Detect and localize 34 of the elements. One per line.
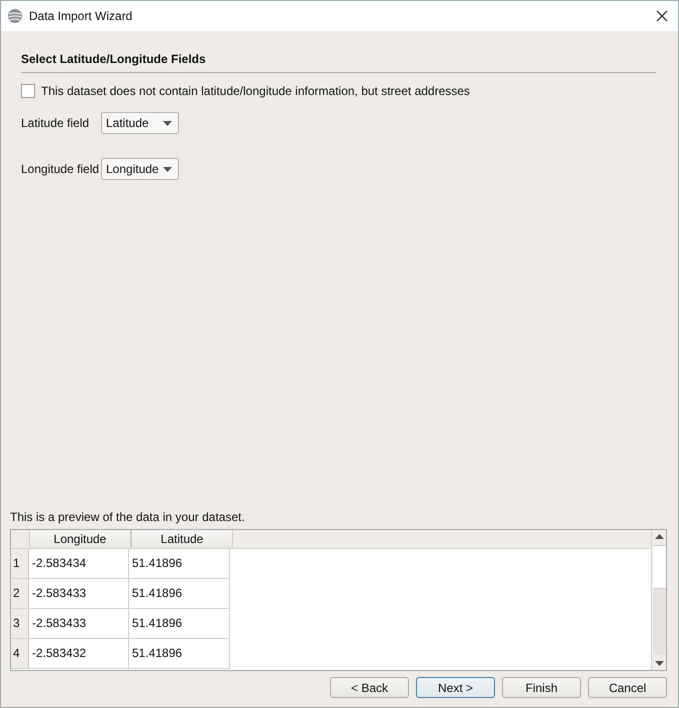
table-cell: -2.583433 (29, 579, 129, 608)
column-header[interactable]: Latitude (131, 530, 233, 548)
row-header: 3 (11, 609, 29, 638)
dialog-button[interactable]: < Back (330, 677, 409, 698)
checkbox-label: This dataset does not contain latitude/longitude information, but street addresses (41, 84, 470, 98)
field-dropdown[interactable]: Latitude (101, 112, 179, 134)
scroll-down-icon[interactable] (654, 661, 664, 666)
page-heading: Select Latitude/Longitude Fields (21, 51, 207, 67)
table-cell: -2.583433 (29, 609, 129, 638)
caret-icon (163, 166, 172, 172)
preview-caption: This is a preview of the data in your dataset. (10, 510, 246, 524)
dialog-button[interactable]: Next > (416, 677, 495, 698)
dialog-button[interactable]: Finish (502, 677, 581, 698)
vertical-scrollbar[interactable] (651, 530, 666, 670)
table-cell: -2.583434 (29, 549, 129, 578)
caret-icon (163, 120, 172, 126)
table-cell: 51.41896 (129, 639, 230, 668)
table-cell: 51.41896 (129, 579, 230, 608)
field-dropdown[interactable]: Longitude (101, 158, 179, 180)
table-cell: 51.41896 (129, 549, 230, 578)
globe-icon (7, 8, 23, 24)
dialog-button[interactable]: Cancel (588, 677, 667, 698)
scroll-up-icon[interactable] (654, 534, 664, 539)
column-header[interactable]: Longitude (29, 530, 131, 548)
row-header: 2 (11, 579, 29, 608)
field-label: Longitude field (21, 162, 100, 176)
table-cell: 51.41896 (129, 609, 230, 638)
close-icon[interactable] (656, 10, 668, 22)
window-title: Data Import Wizard (29, 9, 134, 23)
row-header: 4 (11, 639, 29, 668)
row-header: 1 (11, 549, 29, 578)
table-cell: -2.583432 (29, 639, 129, 668)
checkbox[interactable] (21, 84, 35, 98)
field-label: Latitude field (21, 116, 90, 130)
